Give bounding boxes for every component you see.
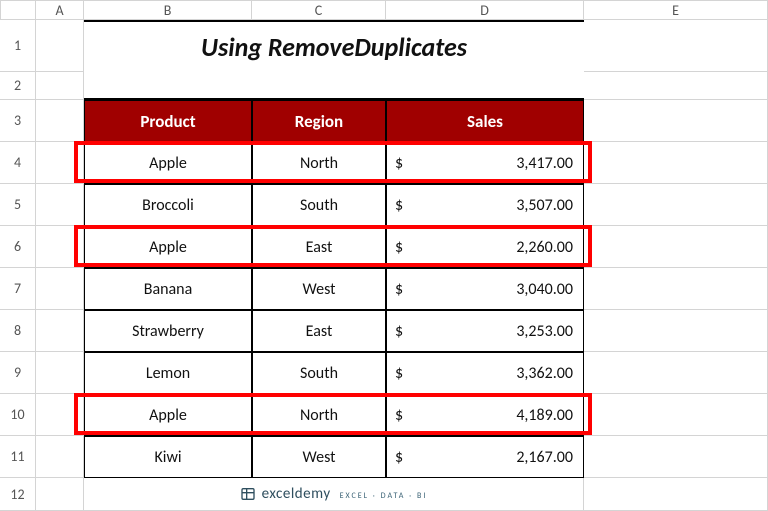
currency-symbol: $ — [395, 280, 403, 299]
cell-sales[interactable]: $3,040.00 — [386, 268, 584, 310]
currency-symbol: $ — [395, 406, 403, 425]
row-header-11[interactable]: 11 — [0, 436, 36, 478]
cell[interactable] — [584, 20, 768, 72]
col-header-D[interactable]: D — [386, 0, 584, 20]
cell-product[interactable]: Broccoli — [84, 184, 252, 226]
cell-product[interactable]: Banana — [84, 268, 252, 310]
cell-product[interactable]: Lemon — [84, 352, 252, 394]
cell[interactable] — [584, 268, 768, 310]
cell-sales[interactable]: $4,189.00 — [386, 394, 584, 436]
currency-symbol: $ — [395, 364, 403, 383]
header-sales[interactable]: Sales — [386, 100, 584, 142]
cell[interactable] — [584, 226, 768, 268]
cell-region[interactable]: South — [252, 352, 386, 394]
col-header-B[interactable]: B — [84, 0, 252, 20]
cell[interactable] — [584, 478, 768, 511]
row-header-7[interactable]: 7 — [0, 268, 36, 310]
cell-sales[interactable]: $2,167.00 — [386, 436, 584, 478]
cell-sales[interactable]: $3,507.00 — [386, 184, 584, 226]
currency-symbol: $ — [395, 322, 403, 341]
cell-product[interactable]: Apple — [84, 226, 252, 268]
cell-region[interactable]: East — [252, 226, 386, 268]
sales-amount: 2,260.00 — [403, 238, 573, 257]
cell-region[interactable]: East — [252, 310, 386, 352]
cell[interactable] — [584, 436, 768, 478]
cell-region[interactable]: South — [252, 184, 386, 226]
sales-amount: 3,362.00 — [403, 364, 573, 383]
currency-symbol: $ — [395, 238, 403, 257]
page-title: Using RemoveDuplicates — [84, 20, 584, 72]
cell[interactable] — [584, 142, 768, 184]
cell-product[interactable]: Apple — [84, 394, 252, 436]
cell-region[interactable]: West — [252, 268, 386, 310]
cell-region[interactable]: North — [252, 142, 386, 184]
sales-amount: 3,417.00 — [403, 154, 573, 173]
watermark-brand: exceldemy — [262, 485, 331, 503]
cell[interactable] — [36, 394, 84, 436]
currency-symbol: $ — [395, 154, 403, 173]
title-underline — [84, 72, 584, 100]
cell[interactable] — [36, 226, 84, 268]
cell-region[interactable]: West — [252, 436, 386, 478]
spreadsheet-icon — [240, 486, 256, 502]
col-header-C[interactable]: C — [252, 0, 386, 20]
cell[interactable] — [584, 72, 768, 100]
sales-amount: 3,253.00 — [403, 322, 573, 341]
cell-sales[interactable]: $3,362.00 — [386, 352, 584, 394]
col-header-E[interactable]: E — [584, 0, 768, 20]
cell-product[interactable]: Apple — [84, 142, 252, 184]
col-header-A[interactable]: A — [36, 0, 84, 20]
currency-symbol: $ — [395, 448, 403, 467]
cell-sales[interactable]: $3,417.00 — [386, 142, 584, 184]
header-product[interactable]: Product — [84, 100, 252, 142]
cell[interactable] — [36, 72, 84, 100]
cell-sales[interactable]: $2,260.00 — [386, 226, 584, 268]
header-region[interactable]: Region — [252, 100, 386, 142]
cell-sales[interactable]: $3,253.00 — [386, 310, 584, 352]
cell[interactable] — [584, 100, 768, 142]
cell[interactable] — [36, 184, 84, 226]
sales-amount: 4,189.00 — [403, 406, 573, 425]
row-header-3[interactable]: 3 — [0, 100, 36, 142]
cell[interactable] — [584, 394, 768, 436]
select-all-corner[interactable] — [0, 0, 36, 20]
sales-amount: 3,507.00 — [403, 196, 573, 215]
row-header-6[interactable]: 6 — [0, 226, 36, 268]
cell[interactable] — [584, 352, 768, 394]
cell[interactable] — [584, 184, 768, 226]
row-header-10[interactable]: 10 — [0, 394, 36, 436]
cell-product[interactable]: Kiwi — [84, 436, 252, 478]
cell[interactable] — [36, 268, 84, 310]
cell[interactable] — [36, 352, 84, 394]
cell[interactable] — [584, 310, 768, 352]
row-header-9[interactable]: 9 — [0, 352, 36, 394]
sales-amount: 3,040.00 — [403, 280, 573, 299]
watermark-tag: EXCEL · DATA · BI — [340, 491, 428, 501]
cell[interactable] — [36, 478, 84, 511]
watermark: exceldemy EXCEL · DATA · BI — [84, 478, 584, 511]
cell[interactable] — [36, 436, 84, 478]
row-header-1[interactable]: 1 — [0, 20, 36, 72]
row-header-5[interactable]: 5 — [0, 184, 36, 226]
cell-product[interactable]: Strawberry — [84, 310, 252, 352]
cell[interactable] — [36, 20, 84, 72]
row-header-2[interactable]: 2 — [0, 72, 36, 100]
cell-region[interactable]: North — [252, 394, 386, 436]
row-header-8[interactable]: 8 — [0, 310, 36, 352]
sales-amount: 2,167.00 — [403, 448, 573, 467]
cell[interactable] — [36, 310, 84, 352]
row-header-4[interactable]: 4 — [0, 142, 36, 184]
row-header-12[interactable]: 12 — [0, 478, 36, 511]
cell[interactable] — [36, 142, 84, 184]
currency-symbol: $ — [395, 196, 403, 215]
cell[interactable] — [36, 100, 84, 142]
spreadsheet-grid: A B C D E 1 2 3 4 5 6 7 8 9 10 11 12 Usi… — [0, 0, 768, 511]
